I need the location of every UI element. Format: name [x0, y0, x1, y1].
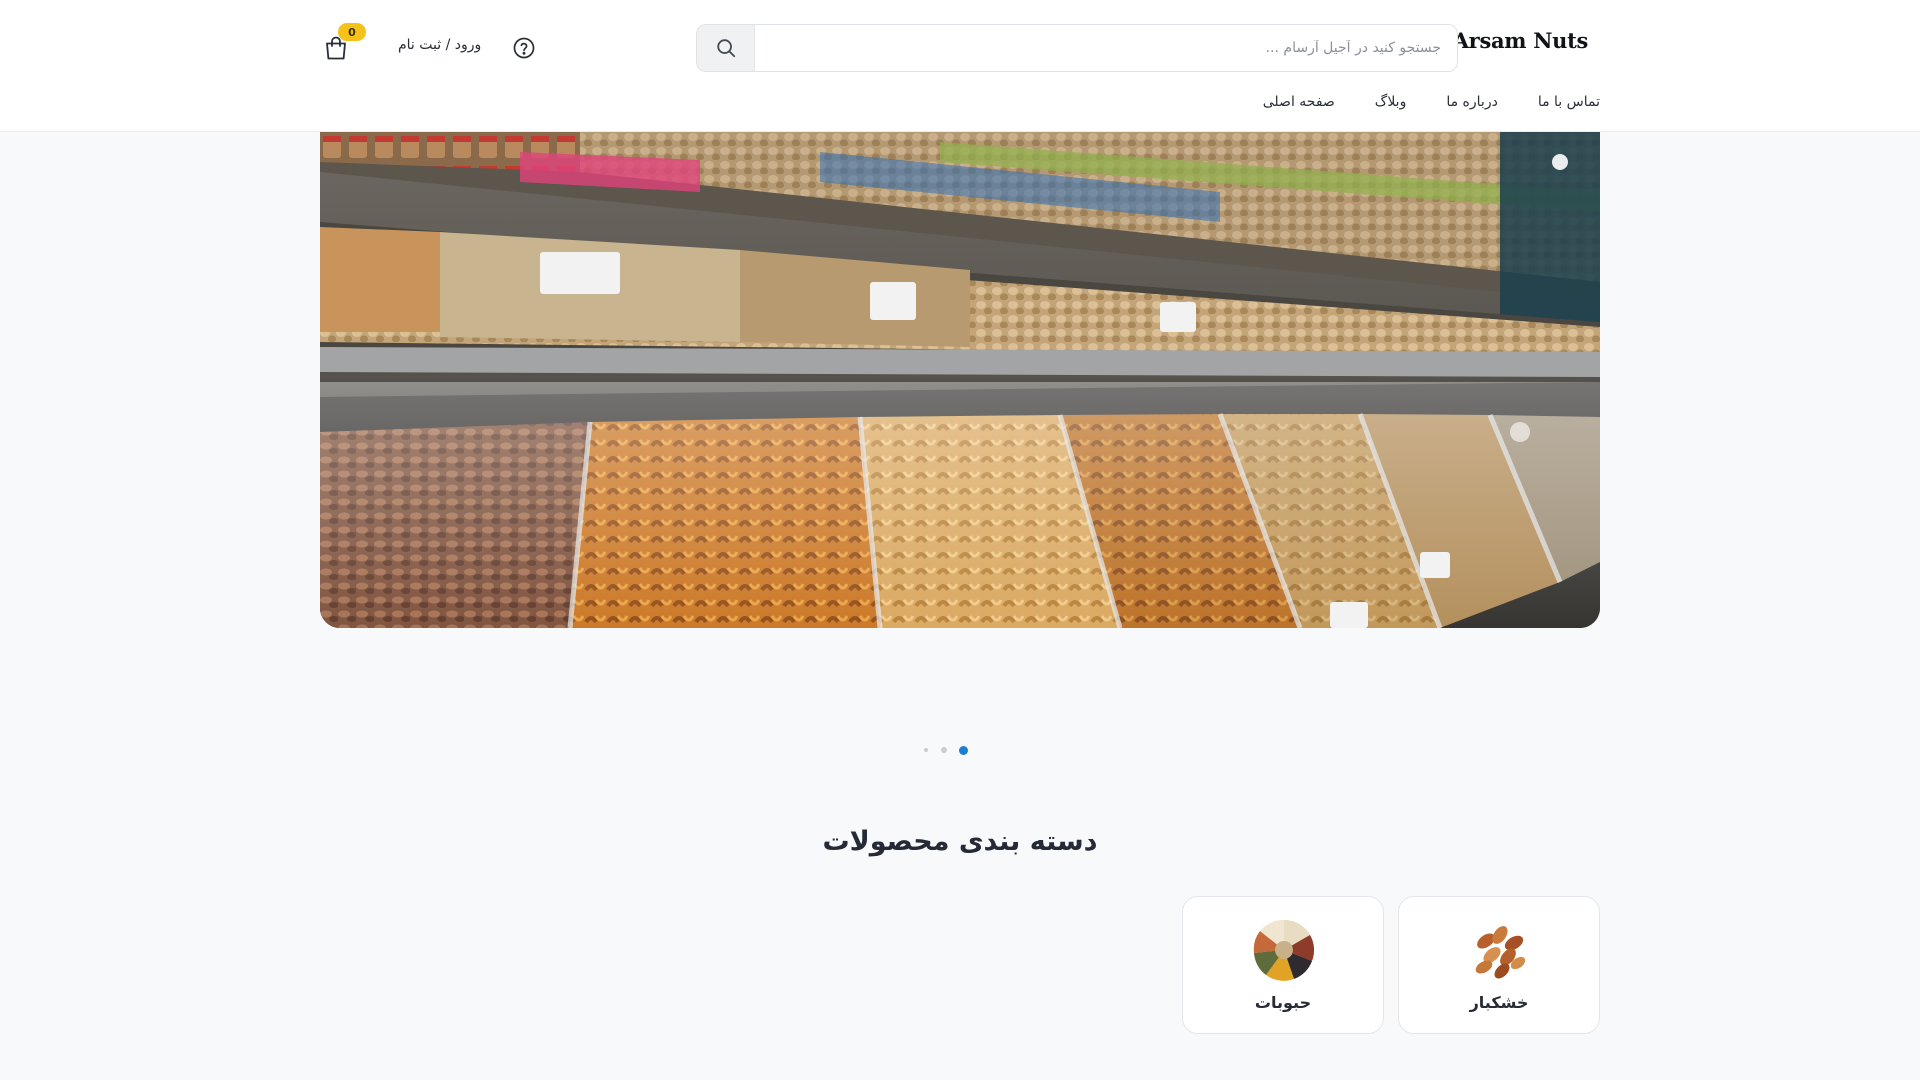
category-label: حبوبات: [1254, 993, 1312, 1012]
search-button[interactable]: [697, 25, 755, 71]
slider-dot-2[interactable]: [940, 747, 947, 753]
nuts-thumbnail: [1475, 926, 1526, 979]
category-label: خشکبار: [1469, 993, 1529, 1012]
login-register-link[interactable]: ورود / ثبت نام: [398, 37, 481, 53]
site-logo[interactable]: Arsam Nuts: [1453, 28, 1589, 53]
nav-item-home[interactable]: صفحه اصلی: [1263, 94, 1335, 110]
cart-count-badge: 0: [338, 23, 366, 41]
nut-store-display-image: [320, 132, 1600, 628]
site-header: Arsam Nuts ورود / ثبت نام 0 صفحه اصلی وب…: [0, 0, 1920, 132]
search-input[interactable]: [755, 25, 1457, 71]
category-card-nuts[interactable]: خشکبار: [1398, 896, 1600, 1034]
legumes-thumbnail: [1253, 919, 1315, 981]
slider-dot-3[interactable]: [924, 748, 928, 752]
nav-item-blog[interactable]: وبلاگ: [1375, 94, 1407, 110]
slider-dot-1-active[interactable]: [959, 745, 968, 755]
search-bar: [696, 24, 1458, 72]
nav-item-contact[interactable]: تماس با ما: [1538, 94, 1600, 110]
slider-pagination: [924, 744, 968, 756]
main-nav: صفحه اصلی وبلاگ درباره ما تماس با ما: [1263, 94, 1600, 110]
nav-item-about[interactable]: درباره ما: [1446, 94, 1497, 110]
search-icon: [716, 39, 735, 58]
hero-slide-image[interactable]: [320, 132, 1600, 628]
categories-title: دسته بندی محصولات: [822, 826, 1098, 857]
help-icon[interactable]: [512, 36, 536, 60]
category-card-legumes[interactable]: حبوبات: [1182, 896, 1384, 1034]
